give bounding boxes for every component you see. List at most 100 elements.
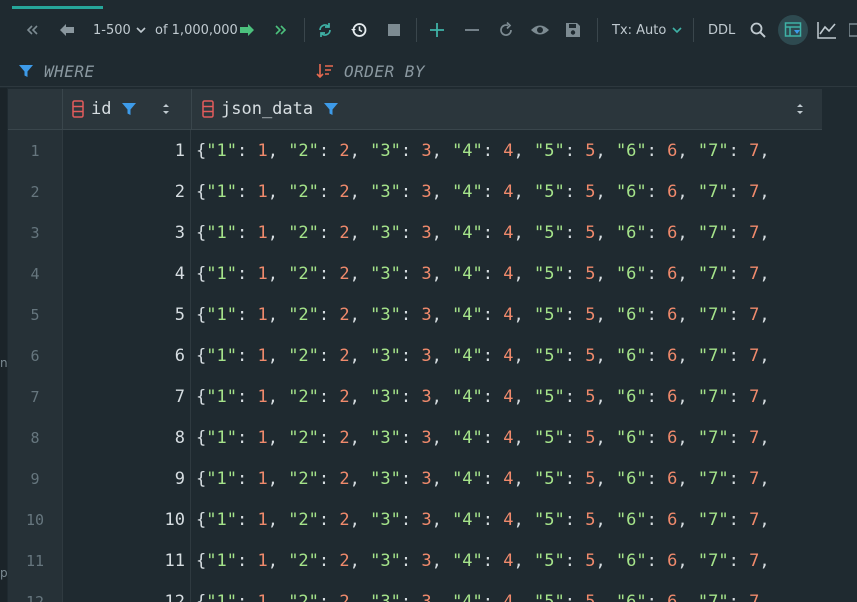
save-icon[interactable]: [565, 20, 581, 40]
column-header-json-data[interactable]: json_data: [192, 89, 822, 129]
last-page-icon[interactable]: [273, 20, 289, 40]
column-filter-icon[interactable]: [121, 101, 137, 117]
table-row[interactable]: 8 8{"1": 1, "2": 2, "3": 3, "4": 4, "5": …: [8, 417, 822, 459]
json-token: :: [564, 181, 586, 202]
history-icon[interactable]: [350, 20, 368, 40]
json-data-cell[interactable]: {"1": 1, "2": 2, "3": 3, "4": 4, "5": 5,…: [192, 499, 822, 540]
preview-icon[interactable]: [530, 20, 550, 40]
json-data-cell[interactable]: {"1": 1, "2": 2, "3": 3, "4": 4, "5": 5,…: [192, 458, 822, 499]
json-data-cell[interactable]: {"1": 1, "2": 2, "3": 3, "4": 4, "5": 5,…: [192, 335, 822, 376]
id-cell[interactable]: 12: [62, 581, 191, 602]
column-header-id[interactable]: id: [62, 89, 192, 129]
toolbar-divider: [304, 18, 305, 42]
row-number-header[interactable]: [8, 89, 63, 129]
table-row[interactable]: 10 10{"1": 1, "2": 2, "3": 3, "4": 4, "5"…: [8, 499, 822, 541]
sort-toggle-icon[interactable]: [795, 102, 805, 116]
where-filter-field[interactable]: WHERE: [18, 56, 95, 86]
row-number[interactable]: 1: [8, 130, 63, 171]
json-token: 6: [667, 263, 678, 284]
json-token: 7: [749, 591, 760, 602]
table-row[interactable]: 4 4{"1": 1, "2": 2, "3": 3, "4": 4, "5": …: [8, 253, 822, 295]
row-number[interactable]: 6: [8, 335, 63, 376]
json-data-cell[interactable]: {"1": 1, "2": 2, "3": 3, "4": 4, "5": 5,…: [192, 130, 822, 171]
row-number[interactable]: 2: [8, 171, 63, 212]
json-token: 2: [339, 509, 350, 530]
json-token: 1: [257, 181, 268, 202]
json-token: {: [196, 468, 207, 489]
json-data-cell[interactable]: {"1": 1, "2": 2, "3": 3, "4": 4, "5": 5,…: [192, 212, 822, 253]
id-cell[interactable]: 5: [62, 294, 191, 335]
json-token: 6: [667, 468, 678, 489]
revert-icon[interactable]: [497, 20, 515, 40]
id-cell[interactable]: 3: [62, 212, 191, 253]
grid-view-icon[interactable]: [778, 15, 808, 45]
json-data-cell[interactable]: {"1": 1, "2": 2, "3": 3, "4": 4, "5": 5,…: [192, 581, 822, 602]
prev-page-icon[interactable]: [58, 20, 76, 40]
id-cell[interactable]: 10: [62, 499, 191, 540]
id-cell[interactable]: 7: [62, 376, 191, 417]
table-row[interactable]: 11 11{"1": 1, "2": 2, "3": 3, "4": 4, "5"…: [8, 540, 822, 582]
json-token: ,: [267, 263, 289, 284]
row-number[interactable]: 7: [8, 376, 63, 417]
json-token: ,: [513, 222, 534, 243]
row-number[interactable]: 12: [8, 581, 63, 602]
json-token: "2": [288, 345, 319, 366]
table-row[interactable]: 12 12{"1": 1, "2": 2, "3": 3, "4": 4, "5"…: [8, 581, 822, 602]
json-token: "2": [288, 509, 319, 530]
row-number[interactable]: 8: [8, 417, 63, 458]
reload-icon[interactable]: [316, 20, 334, 40]
toolbar-divider: [597, 18, 598, 42]
chart-icon[interactable]: [817, 20, 837, 40]
json-data-cell[interactable]: {"1": 1, "2": 2, "3": 3, "4": 4, "5": 5,…: [192, 294, 822, 335]
json-token: "4": [452, 345, 483, 366]
first-page-icon[interactable]: [24, 20, 40, 40]
json-data-cell[interactable]: {"1": 1, "2": 2, "3": 3, "4": 4, "5": 5,…: [192, 417, 822, 458]
id-cell[interactable]: 1: [62, 130, 191, 171]
json-token: ,: [267, 550, 289, 571]
json-token: 7: [749, 140, 760, 161]
json-token: 5: [585, 427, 596, 448]
transaction-mode-select[interactable]: Tx: Auto: [612, 20, 684, 40]
table-row[interactable]: 2 2{"1": 1, "2": 2, "3": 3, "4": 4, "5": …: [8, 171, 822, 213]
json-data-cell[interactable]: {"1": 1, "2": 2, "3": 3, "4": 4, "5": 5,…: [192, 171, 822, 212]
row-number[interactable]: 3: [8, 212, 63, 253]
total-rows-button[interactable]: of 1,000,000: [155, 20, 238, 40]
table-row[interactable]: 1 1{"1": 1, "2": 2, "3": 3, "4": 4, "5": …: [8, 130, 822, 172]
row-number[interactable]: 10: [8, 499, 63, 540]
id-cell[interactable]: 8: [62, 417, 191, 458]
json-token: ,: [431, 140, 453, 161]
id-cell[interactable]: 6: [62, 335, 191, 376]
json-token: 3: [421, 550, 432, 571]
json-token: :: [646, 181, 668, 202]
next-page-icon[interactable]: [238, 20, 256, 40]
delete-row-icon[interactable]: [463, 20, 481, 40]
row-number[interactable]: 9: [8, 458, 63, 499]
search-icon[interactable]: [749, 20, 767, 40]
column-filter-icon[interactable]: [323, 101, 339, 117]
id-cell[interactable]: 4: [62, 253, 191, 294]
table-row[interactable]: 5 5{"1": 1, "2": 2, "3": 3, "4": 4, "5": …: [8, 294, 822, 336]
id-cell[interactable]: 2: [62, 171, 191, 212]
row-number[interactable]: 5: [8, 294, 63, 335]
id-cell[interactable]: 9: [62, 458, 191, 499]
more-options-icon[interactable]: [849, 20, 857, 40]
row-number[interactable]: 11: [8, 540, 63, 581]
stop-icon[interactable]: [386, 20, 402, 40]
order-by-field[interactable]: ORDER BY: [316, 56, 425, 86]
json-data-cell[interactable]: {"1": 1, "2": 2, "3": 3, "4": 4, "5": 5,…: [192, 540, 822, 581]
table-row[interactable]: 9 9{"1": 1, "2": 2, "3": 3, "4": 4, "5": …: [8, 458, 822, 500]
json-token: 5: [585, 222, 596, 243]
json-token: 3: [421, 427, 432, 448]
table-row[interactable]: 6 6{"1": 1, "2": 2, "3": 3, "4": 4, "5": …: [8, 335, 822, 377]
json-data-cell[interactable]: {"1": 1, "2": 2, "3": 3, "4": 4, "5": 5,…: [192, 376, 822, 417]
table-row[interactable]: 3 3{"1": 1, "2": 2, "3": 3, "4": 4, "5": …: [8, 212, 822, 254]
id-cell[interactable]: 11: [62, 540, 191, 581]
column-icon: [202, 100, 214, 118]
row-number[interactable]: 4: [8, 253, 63, 294]
json-data-cell[interactable]: {"1": 1, "2": 2, "3": 3, "4": 4, "5": 5,…: [192, 253, 822, 294]
ddl-button[interactable]: DDL: [708, 20, 735, 40]
table-row[interactable]: 7 7{"1": 1, "2": 2, "3": 3, "4": 4, "5": …: [8, 376, 822, 418]
sort-toggle-icon[interactable]: [161, 102, 171, 116]
add-row-icon[interactable]: [428, 20, 446, 40]
page-range-select[interactable]: 1-500: [93, 20, 148, 40]
